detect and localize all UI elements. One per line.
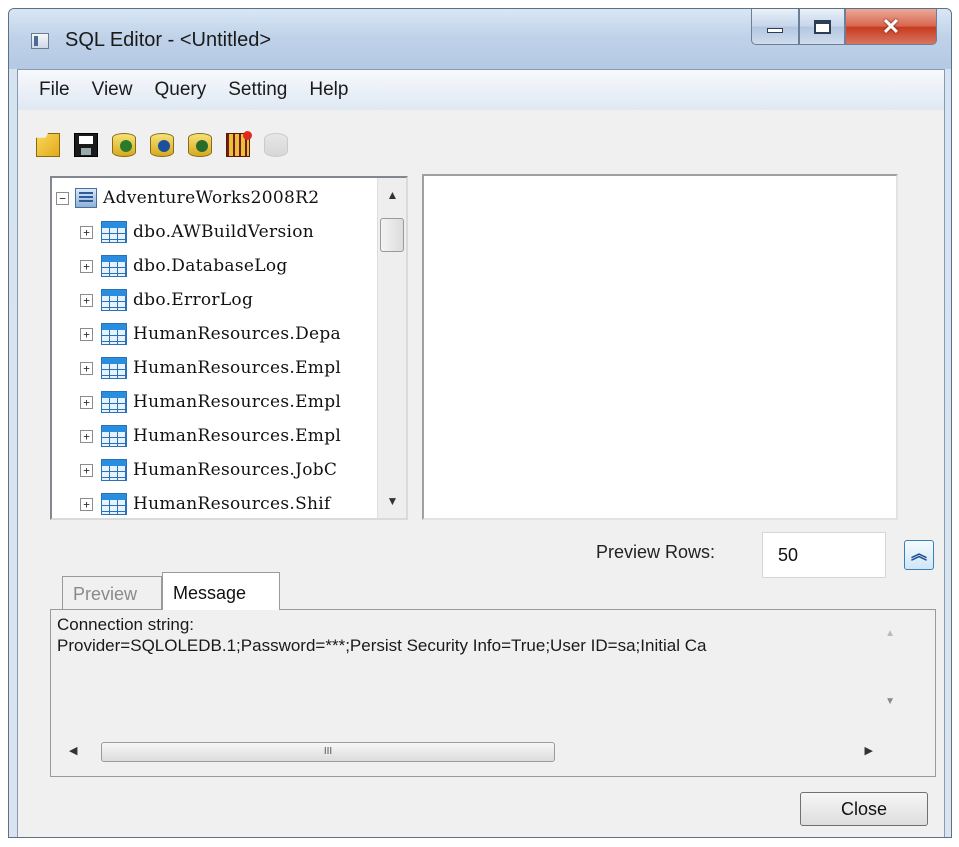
tab-preview[interactable]: Preview [62,576,162,610]
tree-item-label: HumanResources.Empl [133,426,342,446]
double-chevron-up-icon: ︽ [910,546,927,563]
menu-help[interactable]: Help [298,79,359,101]
table-icon [101,425,127,447]
maximize-icon [813,19,831,34]
menu-file[interactable]: File [28,79,81,101]
close-button[interactable]: Close [800,792,928,826]
expand-icon[interactable]: + [80,497,93,511]
title-bar[interactable]: SQL Editor - <Untitled> ✕ [9,9,951,69]
tree-vertical-scrollbar[interactable]: ▲ ▼ [377,178,406,518]
tree-item[interactable]: + HumanResources.JobC [80,454,405,486]
schema-tree[interactable]: − AdventureWorks2008R2 + dbo.AWBuildVers… [50,176,408,520]
sql-query-editor[interactable] [422,174,898,520]
table-icon [101,221,127,243]
scroll-thumb[interactable]: III [101,742,555,762]
tree-root[interactable]: − AdventureWorks2008R2 [56,182,381,214]
scroll-up-icon[interactable]: ▲ [378,184,406,206]
app-icon [31,33,49,49]
tree-item[interactable]: + HumanResources.Empl [80,386,405,418]
tab-message[interactable]: Message [162,572,280,610]
tree-item-label: HumanResources.Shif [133,494,331,514]
tree-item-label: HumanResources.Depa [133,324,341,344]
collapse-panel-button[interactable]: ︽ [904,540,934,570]
scroll-down-icon[interactable]: ▼ [378,490,406,512]
tree-item[interactable]: + HumanResources.Shif [80,488,405,518]
tree-item-label: dbo.AWBuildVersion [133,222,315,242]
message-line: Connection string: [57,615,195,634]
tree-item-label: dbo.ErrorLog [133,290,254,310]
table-icon [101,391,127,413]
tree-item[interactable]: + HumanResources.Empl [80,420,405,452]
tree-root-label: AdventureWorks2008R2 [103,188,320,208]
close-window-button[interactable]: ✕ [845,9,937,45]
scroll-down-icon[interactable]: ▼ [885,696,895,707]
table-icon [101,323,127,345]
tree-item-label: dbo.DatabaseLog [133,256,288,276]
table-icon [101,459,127,481]
database-refresh-icon[interactable] [188,133,212,157]
tree-item[interactable]: + dbo.DatabaseLog [80,250,405,282]
preview-rows-input[interactable]: 50 [762,532,886,578]
toolbar [36,128,288,162]
open-folder-icon[interactable] [36,133,60,157]
message-horizontal-scrollbar[interactable]: ◀ III ▶ [59,742,881,764]
window-title: SQL Editor - <Untitled> [65,29,272,51]
collapse-icon[interactable]: − [56,191,69,205]
table-icon [101,255,127,277]
expand-icon[interactable]: + [80,361,93,375]
message-panel[interactable]: Connection string: Provider=SQLOLEDB.1;P… [50,609,936,777]
menu-view[interactable]: View [81,79,144,101]
database-run-icon[interactable] [112,133,136,157]
menu-query[interactable]: Query [143,79,217,101]
tree-item[interactable]: + HumanResources.Depa [80,318,405,350]
expand-icon[interactable]: + [80,429,93,443]
tree-item[interactable]: + dbo.AWBuildVersion [80,216,405,248]
table-icon [101,357,127,379]
expand-icon[interactable]: + [80,293,93,307]
table-icon [101,493,127,515]
save-icon[interactable] [74,133,98,157]
scroll-left-icon[interactable]: ◀ [69,744,77,757]
tree-item[interactable]: + dbo.ErrorLog [80,284,405,316]
client-area: File View Query Setting Help − Adventure… [17,69,945,837]
expand-icon[interactable]: + [80,395,93,409]
preview-rows-label: Preview Rows: [596,542,716,562]
maximize-button[interactable] [799,9,845,45]
message-text: Connection string: Provider=SQLOLEDB.1;P… [57,614,877,656]
tree-item-label: HumanResources.JobC [133,460,338,480]
database-disabled-icon [264,133,288,157]
scroll-right-icon[interactable]: ▶ [865,744,873,757]
sql-editor-window: SQL Editor - <Untitled> ✕ File View Quer… [8,8,952,838]
table-icon [101,289,127,311]
tree-item-label: HumanResources.Empl [133,358,342,378]
table-add-icon[interactable] [226,131,252,157]
expand-icon[interactable]: + [80,327,93,341]
message-line: Provider=SQLOLEDB.1;Password=***;Persist… [57,636,707,655]
database-icon [75,188,97,208]
minimize-icon [767,28,783,33]
minimize-button[interactable] [751,9,799,45]
tree-item[interactable]: + HumanResources.Empl [80,352,405,384]
expand-icon[interactable]: + [80,463,93,477]
tree-item-label: HumanResources.Empl [133,392,342,412]
expand-icon[interactable]: + [80,225,93,239]
close-icon: ✕ [881,13,901,39]
menu-bar: File View Query Setting Help [18,70,944,110]
scroll-thumb[interactable] [380,218,404,252]
expand-icon[interactable]: + [80,259,93,273]
scroll-up-icon[interactable]: ▲ [885,628,895,639]
database-connect-icon[interactable] [150,133,174,157]
menu-setting[interactable]: Setting [217,79,298,101]
